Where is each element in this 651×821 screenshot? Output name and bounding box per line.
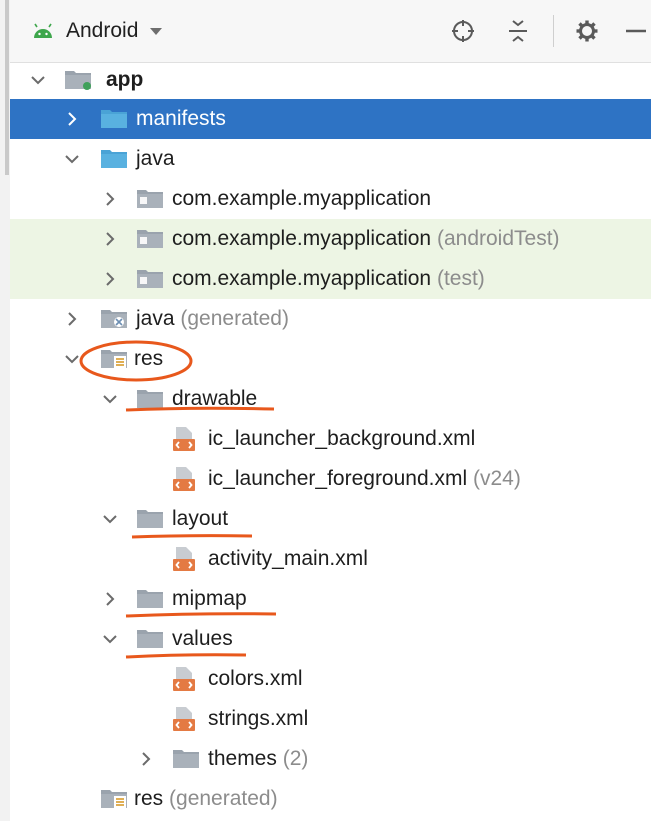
tree-node-strings-xml[interactable]: strings.xml (10, 699, 651, 739)
tree-node-label: com.example.myapplication (172, 227, 432, 250)
folder-icon (136, 507, 164, 529)
tree-node-java[interactable]: java (10, 139, 651, 179)
chevron-right-icon[interactable] (136, 749, 156, 769)
chevron-down-icon[interactable] (62, 349, 82, 369)
chevron-right-icon[interactable] (62, 309, 82, 329)
tree-node-drawable[interactable]: drawable (10, 379, 651, 419)
tree-node-java-generated[interactable]: java (generated) (10, 299, 651, 339)
tree-node-label-group: java (generated) (136, 306, 289, 332)
xml-file-icon (172, 466, 196, 492)
tree-node-suffix: (androidTest) (436, 227, 560, 250)
tree-node-activity-main[interactable]: activity_main.xml (10, 539, 651, 579)
xml-file-icon (172, 666, 196, 692)
tree-node-label-group: com.example.myapplication (androidTest) (172, 226, 560, 252)
dropdown-caret-icon (150, 27, 163, 35)
chevron-down-icon[interactable] (100, 509, 120, 529)
tree-node-themes[interactable]: themes (2) (10, 739, 651, 779)
tree-node-suffix: (v24) (473, 467, 521, 490)
module-folder-icon (64, 68, 92, 90)
folder-blue-icon (100, 107, 128, 129)
tree-node-layout[interactable]: layout (10, 499, 651, 539)
scrollbar-thumb[interactable] (5, 0, 9, 175)
tree-node-label: strings.xml (208, 707, 309, 730)
folder-blue-icon (100, 147, 128, 169)
package-folder-icon (136, 187, 164, 209)
chevron-right-icon[interactable] (100, 269, 120, 289)
tree-node-label: java (136, 147, 175, 170)
tree-node-suffix: (test) (436, 267, 485, 290)
tree-node-values[interactable]: values (10, 619, 651, 659)
tree-node-label-group: themes (2) (208, 746, 308, 772)
tree-node-label: res (134, 787, 164, 810)
xml-file-icon (172, 706, 196, 732)
chevron-down-icon[interactable] (100, 389, 120, 409)
android-icon (34, 23, 52, 38)
tree-node-label-group: ic_launcher_foreground.xml (v24) (208, 466, 521, 492)
project-toolbar: Android (10, 0, 651, 63)
tree-node-label: themes (208, 747, 277, 770)
tree-node-package-test[interactable]: com.example.myapplication (test) (10, 259, 651, 299)
tree-node-package-android-test[interactable]: com.example.myapplication (androidTest) (10, 219, 651, 259)
package-folder-icon (136, 267, 164, 289)
folder-icon (172, 747, 200, 769)
tree-node-ic-launcher-foreground[interactable]: ic_launcher_foreground.xml (v24) (10, 459, 651, 499)
chevron-right-icon[interactable] (62, 109, 82, 129)
tree-node-label-group: com.example.myapplication (test) (172, 266, 485, 292)
tree-node-suffix: (2) (282, 747, 309, 770)
tree-node-package-main[interactable]: com.example.myapplication (10, 179, 651, 219)
tree-node-label-group: res (generated) (134, 786, 278, 812)
folder-icon (136, 387, 164, 409)
xml-file-icon (172, 426, 196, 452)
chevron-right-icon[interactable] (100, 189, 120, 209)
tree-node-label: activity_main.xml (208, 547, 368, 570)
tree-node-colors-xml[interactable]: colors.xml (10, 659, 651, 699)
tree-node-ic-launcher-background[interactable]: ic_launcher_background.xml (10, 419, 651, 459)
resource-folder-icon (100, 787, 128, 809)
tree-node-label: com.example.myapplication (172, 267, 432, 290)
tree-node-label: com.example.myapplication (172, 187, 432, 210)
chevron-right-icon[interactable] (100, 229, 120, 249)
xml-file-icon (172, 546, 196, 572)
view-selector[interactable]: Android (32, 16, 163, 46)
tree-node-suffix: (generated) (169, 787, 278, 810)
chevron-right-icon[interactable] (100, 589, 120, 609)
chevron-down-icon[interactable] (100, 629, 120, 649)
hide-icon[interactable] (624, 19, 648, 43)
resource-folder-icon (100, 347, 128, 369)
tree-node-label: layout (172, 507, 229, 530)
tree-node-suffix: (generated) (180, 307, 289, 330)
collapse-all-icon[interactable] (506, 19, 530, 43)
tree-node-label: ic_launcher_foreground.xml (208, 467, 468, 490)
tree-node-app[interactable]: app (10, 60, 651, 100)
settings-gear-icon[interactable] (575, 19, 599, 43)
toolbar-separator (553, 15, 554, 47)
folder-icon (136, 587, 164, 609)
left-edge-strip (0, 0, 10, 821)
folder-icon (136, 627, 164, 649)
tree-node-label: mipmap (172, 587, 247, 610)
view-selector-label: Android (66, 19, 139, 42)
generated-folder-icon (100, 307, 128, 329)
tree-node-label: manifests (136, 107, 226, 130)
tree-node-res[interactable]: res (10, 339, 651, 379)
tree-node-manifests[interactable]: manifests (10, 99, 651, 139)
chevron-down-icon[interactable] (62, 149, 82, 169)
tree-node-label: ic_launcher_background.xml (208, 427, 476, 450)
tree-node-label: drawable (172, 387, 258, 410)
locate-icon[interactable] (451, 19, 475, 43)
package-folder-icon (136, 227, 164, 249)
tree-node-label: app (106, 68, 144, 91)
tree-node-label: java (136, 307, 175, 330)
tree-node-label: res (134, 347, 164, 370)
chevron-down-icon[interactable] (28, 70, 48, 90)
tree-node-label: values (172, 627, 233, 650)
tree-node-label: colors.xml (208, 667, 303, 690)
tree-node-mipmap[interactable]: mipmap (10, 579, 651, 619)
tree-node-res-generated[interactable]: res (generated) (10, 779, 651, 819)
